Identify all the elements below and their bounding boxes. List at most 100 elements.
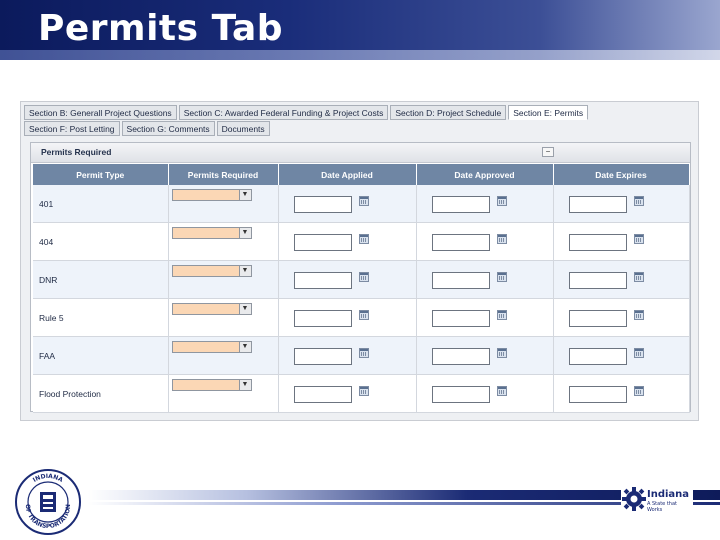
tab-section-d[interactable]: Section D: Project Schedule <box>390 105 507 120</box>
permits-required-select[interactable]: ▼ <box>171 189 252 201</box>
date-expires-input[interactable] <box>568 234 627 251</box>
calendar-icon[interactable] <box>633 196 644 206</box>
col-header-date-applied: Date Applied <box>278 164 417 185</box>
permits-required-cell: ▼ <box>168 298 279 337</box>
indot-seal-logo: INDIANA OF TRANSPORTATION <box>15 469 81 535</box>
chevron-down-icon[interactable]: ▼ <box>238 304 251 314</box>
date-expires-cell <box>553 374 690 413</box>
permit-type-cell: 404 <box>33 222 169 261</box>
app-screenshot: Section B: Generall Project Questions Se… <box>20 101 699 421</box>
tab-row-1: Section B: Generall Project Questions Se… <box>24 105 589 120</box>
date-applied-cell <box>278 185 417 223</box>
date-expires-cell <box>553 260 690 299</box>
col-header-date-approved: Date Approved <box>416 164 554 185</box>
slide-title: Permits Tab <box>38 8 284 49</box>
permit-type-cell: DNR <box>33 260 169 299</box>
tab-section-c[interactable]: Section C: Awarded Federal Funding & Pro… <box>178 105 389 120</box>
date-applied-input[interactable] <box>293 386 352 403</box>
permits-required-select[interactable]: ▼ <box>171 303 252 315</box>
chevron-down-icon[interactable]: ▼ <box>238 190 251 200</box>
chevron-down-icon[interactable]: ▼ <box>238 266 251 276</box>
calendar-icon[interactable] <box>496 196 507 206</box>
calendar-icon[interactable] <box>633 386 644 396</box>
permit-type-cell: 401 <box>33 185 169 223</box>
calendar-icon[interactable] <box>633 310 644 320</box>
date-approved-input[interactable] <box>431 272 490 289</box>
chevron-down-icon[interactable]: ▼ <box>238 228 251 238</box>
col-header-permits-required: Permits Required <box>168 164 279 185</box>
tab-documents[interactable]: Documents <box>216 121 270 136</box>
table-row: 401 ▼ <box>33 185 690 223</box>
date-approved-cell <box>416 336 554 375</box>
col-header-permit-type: Permit Type <box>33 164 169 185</box>
date-expires-input[interactable] <box>568 348 627 365</box>
calendar-icon[interactable] <box>633 348 644 358</box>
permit-type-cell: Rule 5 <box>33 298 169 337</box>
tab-row-2: Section F: Post Letting Section G: Comme… <box>24 121 270 136</box>
title-banner: Permits Tab <box>0 0 720 60</box>
calendar-icon[interactable] <box>496 310 507 320</box>
permits-required-select[interactable]: ▼ <box>171 227 252 239</box>
calendar-icon[interactable] <box>358 386 369 396</box>
date-approved-cell <box>416 260 554 299</box>
brand-tagline: A State that Works <box>647 501 677 513</box>
permits-required-select[interactable]: ▼ <box>171 341 252 353</box>
date-expires-input[interactable] <box>568 196 627 213</box>
indiana-brand-logo: Indiana A State that Works <box>621 486 693 514</box>
table-header-row: Permit Type Permits Required Date Applie… <box>33 164 690 185</box>
date-applied-input[interactable] <box>293 196 352 213</box>
date-expires-input[interactable] <box>568 272 627 289</box>
date-approved-cell <box>416 222 554 261</box>
tab-section-g[interactable]: Section G: Comments <box>121 121 215 136</box>
panel-header: Permits Required − <box>31 143 690 163</box>
date-applied-input[interactable] <box>293 234 352 251</box>
chevron-down-icon[interactable]: ▼ <box>238 342 251 352</box>
calendar-icon[interactable] <box>633 234 644 244</box>
date-applied-input[interactable] <box>293 348 352 365</box>
brand-name: Indiana <box>647 489 690 500</box>
table-row: Rule 5 ▼ <box>33 298 690 337</box>
date-expires-cell <box>553 298 690 337</box>
date-applied-input[interactable] <box>293 272 352 289</box>
tab-section-e[interactable]: Section E: Permits <box>508 105 589 120</box>
date-expires-input[interactable] <box>568 386 627 403</box>
date-approved-input[interactable] <box>431 348 490 365</box>
date-approved-input[interactable] <box>431 386 490 403</box>
collapse-button[interactable]: − <box>542 147 554 157</box>
calendar-icon[interactable] <box>633 272 644 282</box>
calendar-icon[interactable] <box>496 234 507 244</box>
date-approved-input[interactable] <box>431 196 490 213</box>
date-expires-cell <box>553 222 690 261</box>
permits-required-cell: ▼ <box>168 185 279 223</box>
date-applied-cell <box>278 298 417 337</box>
permits-required-cell: ▼ <box>168 336 279 375</box>
calendar-icon[interactable] <box>496 272 507 282</box>
calendar-icon[interactable] <box>358 310 369 320</box>
date-approved-input[interactable] <box>431 310 490 327</box>
chevron-down-icon[interactable]: ▼ <box>238 380 251 390</box>
calendar-icon[interactable] <box>358 234 369 244</box>
date-applied-cell <box>278 260 417 299</box>
table-row: DNR ▼ <box>33 260 690 299</box>
date-approved-input[interactable] <box>431 234 490 251</box>
tab-section-f[interactable]: Section F: Post Letting <box>24 121 120 136</box>
date-applied-cell <box>278 336 417 375</box>
calendar-icon[interactable] <box>496 348 507 358</box>
date-applied-cell <box>278 222 417 261</box>
calendar-icon[interactable] <box>358 348 369 358</box>
date-approved-cell <box>416 298 554 337</box>
calendar-icon[interactable] <box>358 196 369 206</box>
permits-required-select[interactable]: ▼ <box>171 265 252 277</box>
tab-section-b[interactable]: Section B: Generall Project Questions <box>24 105 177 120</box>
table-row: FAA ▼ <box>33 336 690 375</box>
date-expires-input[interactable] <box>568 310 627 327</box>
date-applied-cell <box>278 374 417 413</box>
calendar-icon[interactable] <box>496 386 507 396</box>
date-applied-input[interactable] <box>293 310 352 327</box>
permits-required-cell: ▼ <box>168 374 279 413</box>
permits-required-select[interactable]: ▼ <box>171 379 252 391</box>
permits-panel: Permits Required − Permit Type Permits R… <box>30 142 691 413</box>
permits-required-cell: ▼ <box>168 222 279 261</box>
permit-type-cell: Flood Protection <box>33 374 169 413</box>
calendar-icon[interactable] <box>358 272 369 282</box>
